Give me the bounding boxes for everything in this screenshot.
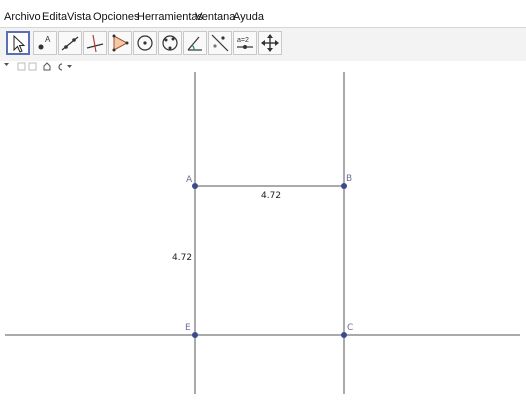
segment-ab-length: 4.72 bbox=[261, 191, 281, 201]
point-e[interactable] bbox=[192, 332, 198, 338]
move-view-tool-button[interactable] bbox=[258, 31, 282, 55]
slider-icon-text: a=2 bbox=[237, 37, 249, 44]
style-bar-icons bbox=[4, 62, 72, 71]
point-capture-icon[interactable] bbox=[58, 63, 63, 71]
slider-icon: a=2 bbox=[237, 37, 253, 49]
circle-center-icon bbox=[137, 35, 153, 51]
menu-herramientas[interactable]: Herramientas bbox=[137, 11, 203, 23]
point-tool-button[interactable]: A bbox=[33, 31, 57, 55]
menu-vista[interactable]: Vista bbox=[67, 11, 91, 23]
cursor-arrow-icon bbox=[13, 34, 26, 53]
line-tool-button[interactable] bbox=[58, 31, 82, 55]
menu-ayuda[interactable]: Ayuda bbox=[233, 11, 264, 23]
point-label-a: A bbox=[186, 175, 193, 185]
perpendicular-tool-button[interactable] bbox=[83, 31, 107, 55]
polygon-icon bbox=[112, 34, 129, 52]
reflect-line-icon bbox=[211, 34, 229, 52]
polygon-tool-button[interactable] bbox=[108, 31, 132, 55]
slider-tool-button[interactable]: a=2 bbox=[233, 31, 257, 55]
move-arrows-icon bbox=[261, 34, 279, 52]
menu-ventana[interactable]: Ventana bbox=[195, 11, 235, 23]
move-tool-button[interactable] bbox=[6, 31, 30, 55]
point-icon-letter: A bbox=[45, 35, 51, 44]
point-a[interactable] bbox=[192, 183, 198, 189]
menu-archivo[interactable]: Archivo bbox=[4, 11, 41, 23]
axes-toggle-icon[interactable] bbox=[17, 62, 26, 71]
angle-icon bbox=[187, 36, 202, 51]
menu-opciones[interactable]: Opciones bbox=[93, 11, 139, 23]
point-label-e: E bbox=[185, 323, 191, 333]
perpendicular-line-icon bbox=[86, 34, 104, 53]
point-icon: A bbox=[38, 35, 51, 50]
circle-tool-button[interactable] bbox=[133, 31, 157, 55]
toolbar: A a=2 bbox=[0, 27, 526, 62]
point-label-b: B bbox=[346, 174, 352, 184]
grid-toggle-icon[interactable] bbox=[28, 62, 37, 71]
circle-three-points-tool-button[interactable] bbox=[158, 31, 182, 55]
angle-tool-button[interactable] bbox=[183, 31, 207, 55]
style-bar bbox=[0, 61, 526, 72]
line-icon bbox=[61, 36, 79, 51]
menu-edita[interactable]: Edita bbox=[42, 11, 67, 23]
graphics-view[interactable]: A B C E 4.72 4.72 bbox=[0, 72, 526, 402]
dropdown-arrow-icon[interactable] bbox=[67, 65, 72, 68]
circle-three-points-icon bbox=[162, 35, 178, 51]
segment-ae-length: 4.72 bbox=[172, 253, 192, 263]
home-icon[interactable] bbox=[43, 62, 51, 71]
menu-bar: Archivo Edita Vista Opciones Herramienta… bbox=[0, 0, 526, 26]
point-label-c: C bbox=[347, 323, 353, 333]
reflect-tool-button[interactable] bbox=[208, 31, 232, 55]
collapse-triangle-icon[interactable] bbox=[4, 63, 9, 66]
